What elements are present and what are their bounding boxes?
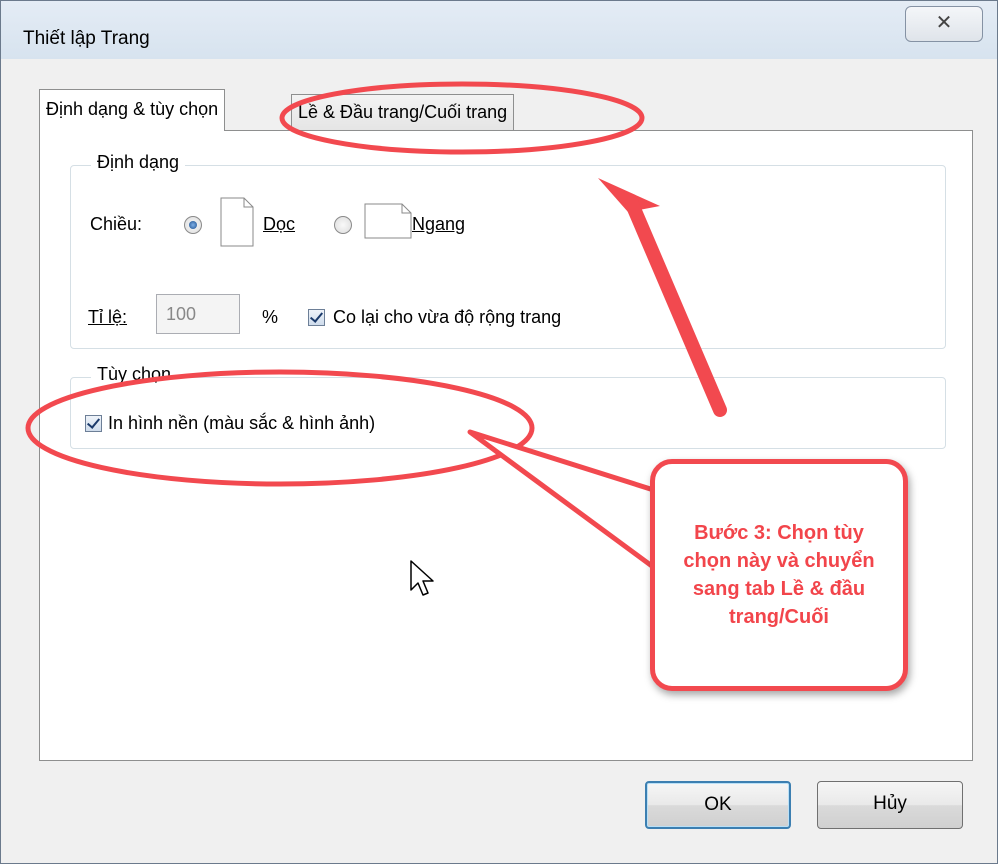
- annotation-text: Bước 3: Chọn tùy chọn này và chuyển sang…: [683, 522, 875, 628]
- arrow-shaft: [625, 197, 727, 417]
- annotation-callout: Bước 3: Chọn tùy chọn này và chuyển sang…: [650, 459, 908, 691]
- highlight-ellipse-tab: [279, 81, 645, 155]
- tab-format-options[interactable]: Định dạng & tùy chọn: [39, 89, 226, 131]
- callout-pointer: [467, 429, 663, 575]
- mouse-cursor-icon: [410, 560, 434, 596]
- highlight-ellipse-option: [25, 369, 535, 487]
